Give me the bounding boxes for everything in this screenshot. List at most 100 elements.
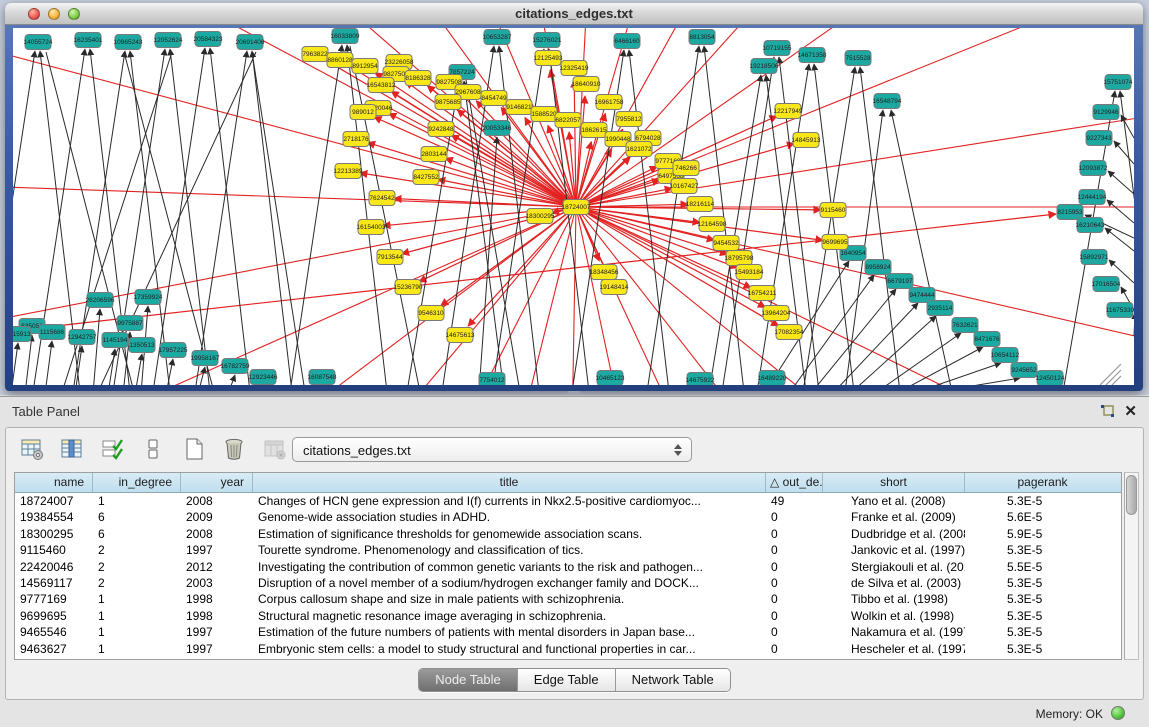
table-cell[interactable]: Genome-wide association studies in ADHD. bbox=[253, 509, 766, 525]
network-node[interactable]: 19148414 bbox=[600, 280, 629, 295]
tab-edge-table[interactable]: Edge Table bbox=[518, 669, 616, 691]
table-row[interactable]: 969969511998Structural magnetic resonanc… bbox=[15, 608, 1121, 624]
citation-edge-black[interactable] bbox=[1114, 141, 1134, 164]
table-cell[interactable]: Changes of HCN gene expression and I(f) … bbox=[253, 493, 766, 509]
citation-edge-black[interactable] bbox=[93, 309, 100, 385]
network-node[interactable]: 16961758 bbox=[595, 95, 624, 110]
column-visibility-icon[interactable] bbox=[59, 437, 85, 463]
citation-edge-black[interactable] bbox=[135, 354, 142, 385]
table-row[interactable]: 946554611997Estimation of the future num… bbox=[15, 624, 1121, 640]
citation-edge-red[interactable] bbox=[441, 207, 576, 306]
table-row[interactable]: 1456911722003Disruption of a novel membe… bbox=[15, 575, 1121, 591]
table-cell[interactable]: 14569117 bbox=[15, 575, 93, 591]
table-cell[interactable]: 1998 bbox=[181, 608, 253, 624]
table-cell[interactable]: 1997 bbox=[181, 542, 253, 558]
table-cell[interactable]: Stergiakouli et al. (2012) bbox=[823, 559, 965, 575]
network-node[interactable]: 17957225 bbox=[159, 343, 188, 358]
table-cell[interactable]: 22420046 bbox=[15, 559, 93, 575]
table-cell[interactable]: 1 bbox=[93, 591, 181, 607]
table-cell[interactable]: 0 bbox=[766, 624, 823, 640]
network-node[interactable]: 7955812 bbox=[616, 112, 642, 127]
tab-node-table[interactable]: Node Table bbox=[419, 669, 518, 691]
network-node[interactable]: 16033809 bbox=[331, 29, 360, 44]
table-vertical-scrollbar[interactable] bbox=[1124, 472, 1139, 660]
network-node[interactable]: 16087548 bbox=[308, 370, 337, 385]
new-column-icon[interactable] bbox=[181, 437, 207, 463]
citation-edge-black[interactable] bbox=[852, 316, 936, 385]
citation-edge-black[interactable] bbox=[130, 51, 170, 385]
table-cell[interactable]: Yano et al. (2008) bbox=[823, 493, 965, 509]
network-view-canvas[interactable]: 1405572416235401109652431205262420584323… bbox=[13, 28, 1134, 385]
network-node[interactable]: 2935114 bbox=[927, 301, 953, 316]
network-node[interactable]: 8471676 bbox=[974, 332, 1000, 347]
network-node[interactable]: 9129946 bbox=[1093, 105, 1119, 120]
column-header-year[interactable]: year bbox=[181, 473, 253, 492]
table-cell[interactable]: Tibbo et al. (1998) bbox=[823, 591, 965, 607]
table-cell[interactable]: 9463627 bbox=[15, 641, 93, 657]
table-cell[interactable]: 5.6E-5 bbox=[965, 509, 1120, 525]
panel-splitter-handle[interactable] bbox=[567, 391, 581, 394]
network-node[interactable]: 1145194 bbox=[102, 333, 128, 348]
network-node[interactable]: 7515528 bbox=[845, 51, 871, 66]
float-panel-icon[interactable] bbox=[1100, 404, 1115, 419]
network-node[interactable]: 9245652 bbox=[1011, 363, 1037, 378]
table-cell[interactable]: 19384554 bbox=[15, 509, 93, 525]
network-node[interactable]: 12052624 bbox=[154, 33, 183, 48]
network-node[interactable]: 8454749 bbox=[481, 91, 507, 106]
table-cell[interactable]: 5.3E-5 bbox=[965, 624, 1120, 640]
citation-edge-black[interactable] bbox=[252, 51, 292, 385]
table-cell[interactable]: 5.3E-5 bbox=[965, 641, 1120, 657]
network-node[interactable]: 746266 bbox=[673, 161, 699, 176]
network-node[interactable]: 8860128 bbox=[327, 53, 353, 68]
table-cell[interactable]: 5.3E-5 bbox=[965, 591, 1120, 607]
network-node[interactable]: 16543812 bbox=[367, 78, 396, 93]
network-node[interactable]: 20691406 bbox=[236, 35, 265, 50]
network-node[interactable]: 9875685 bbox=[435, 95, 461, 110]
table-cell[interactable]: 1 bbox=[93, 493, 181, 509]
network-node[interactable]: 13964204 bbox=[762, 306, 791, 321]
network-node[interactable]: 16782759 bbox=[221, 359, 250, 374]
network-node[interactable]: 989012 bbox=[350, 105, 376, 120]
citation-edge-red[interactable] bbox=[358, 207, 576, 385]
network-node[interactable]: 9699695 bbox=[822, 235, 848, 250]
citation-edge-black[interactable] bbox=[350, 46, 420, 385]
table-cell[interactable]: 2 bbox=[93, 542, 181, 558]
table-cell[interactable]: 2003 bbox=[181, 575, 253, 591]
window-titlebar[interactable]: citations_edges.txt bbox=[5, 3, 1143, 25]
table-cell[interactable]: 1 bbox=[93, 641, 181, 657]
network-node[interactable]: 12444194 bbox=[1078, 190, 1107, 205]
citation-edge-black[interactable] bbox=[290, 45, 342, 385]
network-node[interactable]: 15751074 bbox=[1104, 75, 1133, 90]
table-cell[interactable]: Investigating the contribution of common… bbox=[253, 559, 766, 575]
network-node[interactable]: 20053346 bbox=[483, 121, 512, 136]
network-node[interactable]: 9546310 bbox=[418, 306, 444, 321]
citation-edge-black[interactable] bbox=[228, 375, 235, 385]
citation-edge-black[interactable] bbox=[210, 48, 250, 385]
network-node[interactable]: 18300295 bbox=[526, 209, 555, 224]
row-selection-icon[interactable] bbox=[100, 437, 126, 463]
network-node[interactable]: 15276021 bbox=[533, 33, 562, 48]
network-node[interactable]: 15493184 bbox=[735, 265, 764, 280]
table-cell[interactable]: 1997 bbox=[181, 624, 253, 640]
network-node[interactable]: 14675922 bbox=[686, 373, 715, 386]
table-cell[interactable]: 6 bbox=[93, 526, 181, 542]
table-cell[interactable]: 0 bbox=[766, 608, 823, 624]
network-node[interactable]: 10167427 bbox=[670, 179, 699, 194]
table-cell[interactable]: 1 bbox=[93, 608, 181, 624]
column-header-in-degree[interactable]: in_degree bbox=[93, 473, 181, 492]
citation-network-graph[interactable]: 1405572416235401109652431205262420584323… bbox=[13, 28, 1134, 385]
table-row[interactable]: 2242004622012Investigating the contribut… bbox=[15, 559, 1121, 575]
citation-edge-black[interactable] bbox=[1107, 200, 1134, 223]
table-cell[interactable]: 5.9E-5 bbox=[965, 526, 1120, 542]
network-node[interactable]: 1350513 bbox=[129, 338, 155, 353]
citation-edge-black[interactable] bbox=[252, 52, 305, 385]
network-node[interactable]: 16489220 bbox=[758, 371, 787, 386]
network-node[interactable]: 16548794 bbox=[873, 94, 902, 109]
table-cell[interactable]: 1 bbox=[93, 624, 181, 640]
citation-edge-black[interactable] bbox=[153, 48, 205, 385]
citation-edge-red[interactable] bbox=[20, 214, 1056, 330]
network-node[interactable]: 18640910 bbox=[572, 77, 601, 92]
network-node[interactable]: 26206596 bbox=[86, 293, 115, 308]
network-node[interactable]: 10465123 bbox=[596, 371, 625, 386]
network-node[interactable]: 14671358 bbox=[798, 48, 827, 63]
